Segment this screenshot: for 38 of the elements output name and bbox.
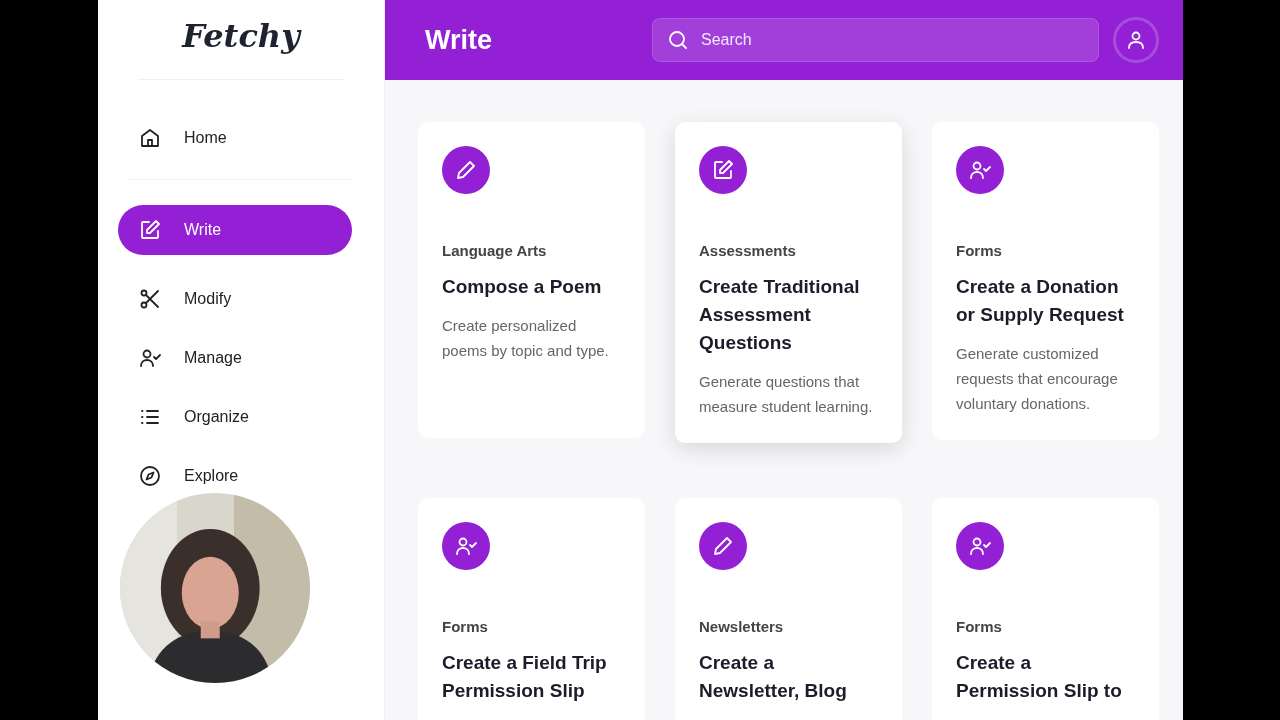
scissors-icon bbox=[138, 287, 162, 311]
page-title: Write bbox=[425, 23, 493, 57]
card-category: Assessments bbox=[699, 241, 797, 261]
card-category: Forms bbox=[442, 617, 489, 637]
nav-item[interactable]: Manage bbox=[118, 343, 352, 373]
nav-item[interactable]: Home bbox=[118, 123, 352, 153]
card-title: Create a Field Trip Permission Slip bbox=[442, 650, 608, 703]
nav-item[interactable]: Modify bbox=[118, 284, 352, 314]
profile-button[interactable] bbox=[1113, 17, 1159, 63]
card-title: Compose a Poem bbox=[442, 274, 603, 299]
pencil-icon bbox=[454, 158, 478, 182]
pencil-square-icon bbox=[711, 158, 735, 182]
house-icon bbox=[138, 126, 162, 150]
card-title: Create a Donation or Supply Request bbox=[956, 274, 1125, 327]
template-card[interactable]: Language Arts Compose a Poem Create personalized poems by topic and type. bbox=[418, 122, 645, 438]
card-description: Generate questions that measure student learning. bbox=[699, 371, 874, 417]
card-category: Forms bbox=[956, 241, 1003, 261]
pencil-icon bbox=[711, 534, 735, 558]
compass-icon bbox=[138, 464, 162, 488]
card-category: Newsletters bbox=[699, 617, 785, 637]
logo[interactable]: Fetchy bbox=[138, 0, 344, 80]
template-card[interactable]: Forms Create a Field Trip Permission Slip bbox=[418, 498, 645, 720]
template-card[interactable]: Assessments Create Traditional Assessment Questions Generate questions that measure student learning. bbox=[675, 122, 902, 443]
card-description: Create personalized poems by topic and type. bbox=[442, 315, 610, 361]
nav-item[interactable]: Write bbox=[118, 205, 352, 255]
card-title: Create Traditional Assessment Questions bbox=[699, 274, 861, 355]
card-category: Language Arts bbox=[442, 241, 548, 261]
card-title: Create a Permission Slip to bbox=[956, 650, 1123, 703]
template-card[interactable]: Forms Create a Donation or Supply Request Generate customized requests that encourage voluntary donations. bbox=[932, 122, 1159, 440]
template-card[interactable]: Forms Create a Permission Slip to bbox=[932, 498, 1159, 720]
card-title: Create a Newsletter, Blog bbox=[699, 650, 848, 703]
pencil-square-icon bbox=[138, 218, 162, 242]
card-description: Generate customized requests that encourage voluntary donations. bbox=[956, 343, 1119, 414]
template-card[interactable]: Newsletters Create a Newsletter, Blog bbox=[675, 498, 902, 720]
nav-item[interactable]: Organize bbox=[118, 402, 352, 432]
nav-item[interactable]: Explore bbox=[118, 461, 352, 491]
card-category: Forms bbox=[956, 617, 1003, 637]
search-icon bbox=[666, 28, 690, 52]
